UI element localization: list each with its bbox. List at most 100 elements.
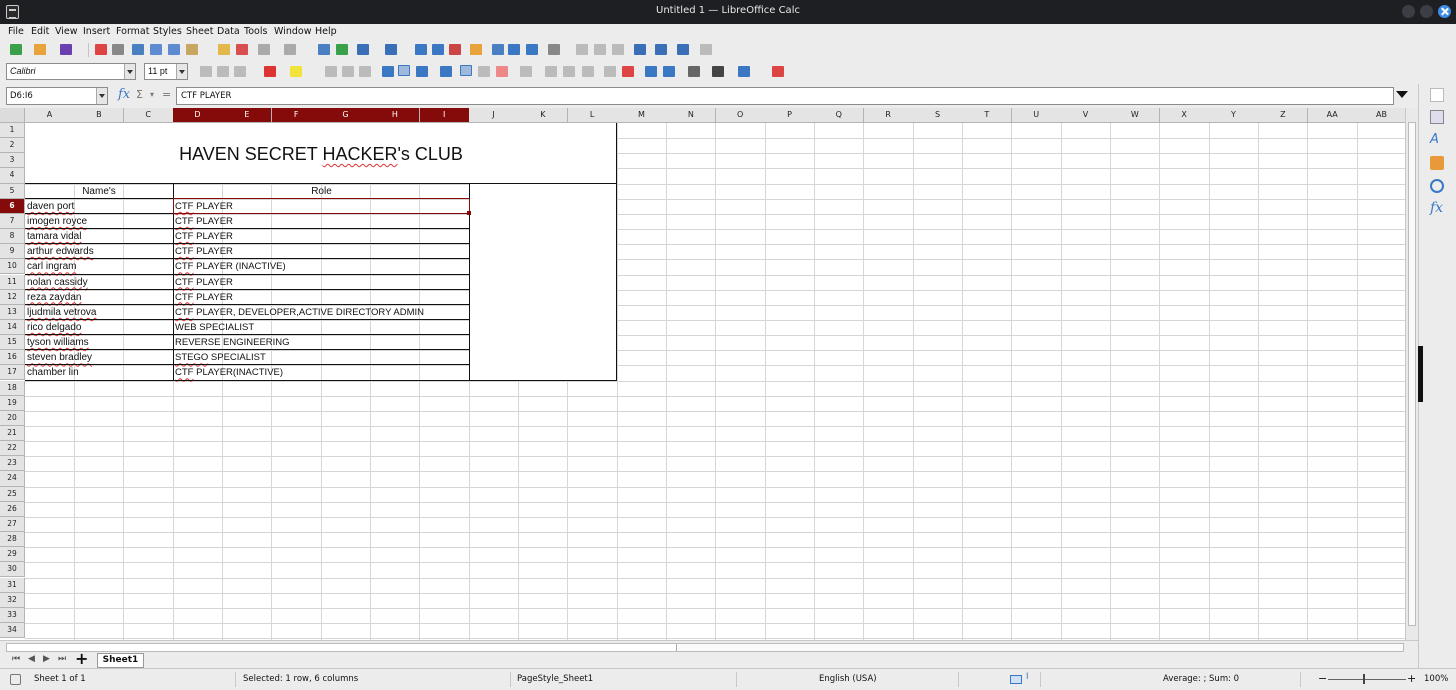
next-sheet-icon[interactable]: ▶ [43, 654, 50, 664]
row-header[interactable]: 24 [0, 471, 25, 487]
member-name-cell[interactable]: daven port [25, 199, 173, 214]
member-name-cell[interactable]: steven bradley [25, 350, 173, 365]
status-sheet-count[interactable]: Sheet 1 of 1 [34, 674, 86, 684]
column-header[interactable]: B [74, 108, 125, 123]
sort-descending-icon[interactable] [449, 44, 461, 55]
column-header[interactable]: U [1011, 108, 1062, 123]
align-top-icon[interactable] [382, 66, 394, 77]
insert-chart-icon[interactable] [508, 44, 520, 55]
sheet-tab-sheet1[interactable]: Sheet1 [97, 653, 144, 668]
row-header[interactable]: 19 [0, 395, 25, 411]
merge-center-icon[interactable] [460, 65, 472, 76]
function-wizard-icon[interactable]: fx [118, 87, 130, 102]
zoom-level[interactable]: 100% [1424, 674, 1448, 684]
align-right-icon[interactable] [359, 66, 371, 77]
column-header[interactable]: X [1159, 108, 1210, 123]
zoom-slider[interactable] [1328, 679, 1406, 680]
name-box[interactable]: D6:I6 [6, 87, 108, 105]
add-sheet-icon[interactable]: + [75, 651, 88, 667]
conditional-format-icon[interactable] [772, 66, 784, 77]
bold-icon[interactable] [200, 66, 212, 77]
column-header[interactable]: H [370, 108, 421, 123]
properties-icon[interactable] [1430, 110, 1444, 124]
row-header[interactable]: 13 [0, 304, 25, 320]
chevron-down-icon[interactable] [96, 88, 107, 104]
member-name-cell[interactable]: arthur edwards [25, 244, 173, 259]
currency-icon[interactable] [520, 66, 532, 77]
menu-insert[interactable]: Insert [83, 26, 110, 37]
row-header[interactable]: 9 [0, 244, 25, 260]
menu-styles[interactable]: Styles [153, 26, 182, 37]
member-name-cell[interactable]: imogen royce [25, 214, 173, 229]
unmerge-cells-icon[interactable] [496, 66, 508, 77]
border-color-icon[interactable] [738, 66, 750, 77]
member-name-cell[interactable]: reza zaydan [25, 290, 173, 305]
freeze-rows-icon[interactable] [655, 44, 667, 55]
member-name-cell[interactable]: ljudmila vetrova [25, 305, 173, 320]
column-header[interactable]: T [962, 108, 1013, 123]
menu-tools[interactable]: Tools [244, 26, 267, 37]
row-header[interactable]: 31 [0, 577, 25, 593]
column-icon[interactable] [385, 44, 397, 55]
column-header[interactable]: K [518, 108, 569, 123]
sort-ascending-icon[interactable] [432, 44, 444, 55]
undo-icon[interactable] [258, 44, 270, 55]
show-draw-functions-icon[interactable] [700, 44, 712, 55]
column-header[interactable]: S [912, 108, 963, 123]
member-role-cell[interactable]: CTF PLAYER [174, 290, 469, 305]
sum-icon[interactable]: Σ [136, 88, 143, 101]
hyperlink-icon[interactable] [576, 44, 588, 55]
close-button[interactable] [1438, 5, 1451, 18]
vertical-scrollbar[interactable] [1405, 108, 1418, 640]
member-name-cell[interactable]: tamara vidal [25, 229, 173, 244]
member-role-cell[interactable]: CTF PLAYER [174, 229, 469, 244]
insert-image-icon[interactable] [492, 44, 504, 55]
increase-indent-icon[interactable] [645, 66, 657, 77]
row-header[interactable]: 30 [0, 562, 25, 578]
wrap-text-icon[interactable] [440, 66, 452, 77]
column-header[interactable]: L [567, 108, 618, 123]
column-header[interactable]: W [1110, 108, 1161, 123]
functions-icon[interactable]: fx [1430, 200, 1444, 216]
menu-view[interactable]: View [55, 26, 78, 37]
column-header[interactable]: Q [814, 108, 865, 123]
column-header[interactable]: C [123, 108, 174, 123]
member-name-cell[interactable]: chamber lin [25, 365, 173, 380]
add-decimal-icon[interactable] [604, 66, 616, 77]
print-preview-icon[interactable] [132, 44, 144, 55]
column-header[interactable]: AA [1307, 108, 1358, 123]
row-header[interactable]: 11 [0, 274, 25, 290]
save-icon[interactable] [60, 44, 72, 55]
open-folder-icon[interactable] [34, 44, 46, 55]
spelling-icon[interactable] [336, 44, 348, 55]
insert-mode-icon[interactable]: I [1026, 672, 1029, 682]
row-header[interactable]: 12 [0, 289, 25, 305]
row-header[interactable]: 16 [0, 350, 25, 366]
row-header[interactable]: 27 [0, 516, 25, 532]
column-header[interactable]: J [468, 108, 519, 123]
row-header[interactable]: 34 [0, 622, 25, 639]
menu-edit[interactable]: Edit [31, 26, 49, 37]
chevron-down-icon[interactable] [176, 64, 187, 79]
formula-equals-icon[interactable]: = [162, 88, 171, 101]
row-header[interactable]: 32 [0, 592, 25, 608]
zoom-slider-thumb[interactable] [1363, 674, 1365, 684]
row-header[interactable]: 7 [0, 213, 25, 229]
navigator-icon[interactable] [1430, 179, 1444, 193]
row-header[interactable]: 5 [0, 183, 25, 199]
merge-cells-icon[interactable] [478, 66, 490, 77]
select-all-corner[interactable] [0, 108, 25, 123]
column-header[interactable]: O [715, 108, 766, 123]
row-header[interactable]: 33 [0, 607, 25, 623]
row-header[interactable]: 22 [0, 441, 25, 457]
row-header[interactable]: 8 [0, 229, 25, 245]
zoom-out-icon[interactable]: − [1318, 672, 1327, 685]
sidebar-menu-icon[interactable] [1430, 88, 1444, 102]
align-left-icon[interactable] [325, 66, 337, 77]
status-page-style[interactable]: PageStyle_Sheet1 [517, 674, 593, 684]
autofilter-icon[interactable] [470, 44, 482, 55]
row-header[interactable]: 4 [0, 168, 25, 184]
chevron-down-icon[interactable]: ▾ [150, 90, 154, 99]
font-name-select[interactable]: Calibri [6, 63, 136, 80]
member-role-cell[interactable]: STEGO SPECIALIST [174, 350, 469, 365]
